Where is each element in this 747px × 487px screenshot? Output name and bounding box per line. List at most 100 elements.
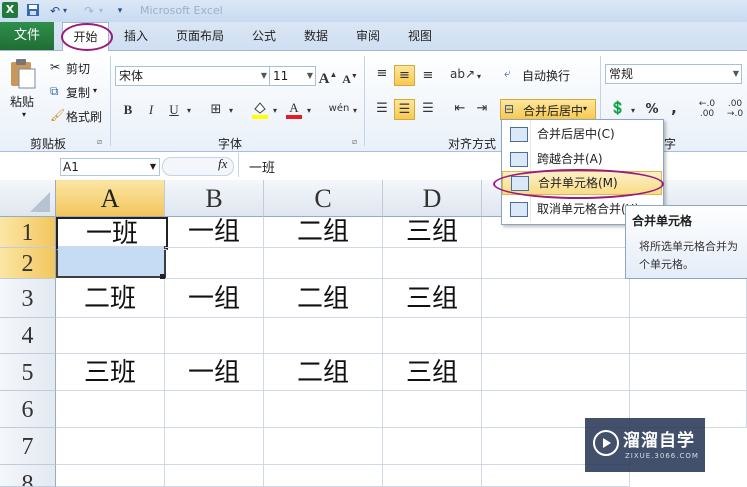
cell-e2[interactable]: [482, 248, 630, 279]
cell-c1[interactable]: 二组: [264, 217, 383, 248]
wrap-text-button[interactable]: ⤶ 自动换行: [500, 62, 600, 86]
tab-data[interactable]: 数据: [298, 22, 334, 50]
menu-item-merge-across[interactable]: 跨越合并(A): [502, 147, 660, 171]
paste-icon[interactable]: [8, 58, 38, 89]
fill-color-icon[interactable]: [250, 99, 270, 119]
borders-icon[interactable]: ⊞: [206, 100, 226, 120]
undo-dropdown-icon[interactable]: ▾: [60, 3, 70, 19]
cell-b5[interactable]: 一组: [165, 354, 264, 391]
formula-input[interactable]: 一班: [249, 157, 275, 176]
cell-b2[interactable]: [165, 248, 264, 279]
merge-dropdown-icon[interactable]: ▾: [583, 104, 587, 113]
cut-button[interactable]: 剪切: [66, 60, 90, 77]
font-size-combo[interactable]: 11 ▼: [269, 66, 316, 86]
cell-a1[interactable]: 一班: [56, 217, 168, 250]
copy-dropdown-icon[interactable]: ▾: [93, 86, 97, 95]
cell-b4[interactable]: [165, 318, 264, 354]
phonetic-guide-icon[interactable]: wén: [326, 99, 352, 119]
merge-center-button[interactable]: ⊟ 合并后居中: [500, 99, 596, 120]
increase-decimal-icon[interactable]: ←.0 .00: [694, 99, 720, 119]
row-header-6[interactable]: 6: [0, 391, 56, 428]
cell-f4[interactable]: [630, 318, 747, 354]
row-header-8[interactable]: 8: [0, 465, 56, 487]
tab-review[interactable]: 审阅: [350, 22, 386, 50]
row-header-1[interactable]: 1: [0, 217, 56, 248]
customize-quick-access-icon[interactable]: ▾: [114, 3, 126, 19]
tab-insert[interactable]: 插入: [118, 22, 154, 50]
cell-a4[interactable]: [56, 318, 165, 354]
tab-view[interactable]: 视图: [402, 22, 438, 50]
cell-c8[interactable]: [264, 465, 383, 487]
row-header-2[interactable]: 2: [0, 248, 56, 279]
orientation-dropdown-icon[interactable]: ▾: [474, 67, 484, 87]
chevron-down-icon[interactable]: ▼: [307, 67, 313, 85]
column-header-c[interactable]: C: [264, 180, 383, 217]
name-box[interactable]: A1 ▼: [60, 158, 160, 176]
chevron-down-icon[interactable]: ▼: [733, 65, 739, 83]
cell-c5[interactable]: 二组: [264, 354, 383, 391]
comma-style-button[interactable]: ,: [664, 98, 684, 118]
cell-f3[interactable]: [630, 279, 747, 318]
selected-cell-a2[interactable]: [56, 246, 166, 278]
cell-a3[interactable]: 二班: [56, 279, 165, 318]
cell-b3[interactable]: 一组: [165, 279, 264, 318]
column-header-d[interactable]: D: [383, 180, 482, 217]
cell-c4[interactable]: [264, 318, 383, 354]
cell-b6[interactable]: [165, 391, 264, 428]
font-color-button[interactable]: A: [284, 98, 304, 119]
cell-e5[interactable]: [482, 354, 630, 391]
column-header-a[interactable]: A: [56, 180, 165, 217]
cell-a5[interactable]: 三班: [56, 354, 165, 391]
cell-d4[interactable]: [383, 318, 482, 354]
percent-style-button[interactable]: %: [642, 100, 662, 120]
align-right-icon[interactable]: ☰: [418, 99, 438, 119]
cell-d7[interactable]: [383, 428, 482, 465]
format-painter-button[interactable]: 格式刷: [66, 108, 102, 125]
tab-file[interactable]: 文件: [0, 22, 54, 50]
cell-c2[interactable]: [264, 248, 383, 279]
accounting-format-icon[interactable]: 💲: [608, 99, 628, 119]
row-header-3[interactable]: 3: [0, 279, 56, 318]
cell-f5[interactable]: [630, 354, 747, 391]
font-color-dropdown-icon[interactable]: ▾: [304, 101, 314, 121]
borders-dropdown-icon[interactable]: ▾: [226, 101, 236, 121]
cell-e3[interactable]: [482, 279, 630, 318]
cell-b8[interactable]: [165, 465, 264, 487]
phonetic-dropdown-icon[interactable]: ▾: [350, 101, 360, 121]
row-header-4[interactable]: 4: [0, 318, 56, 354]
decrease-indent-icon[interactable]: ⇤: [450, 99, 470, 119]
align-bottom-icon[interactable]: ≡: [418, 66, 438, 86]
grow-font-button[interactable]: A▲: [318, 65, 338, 87]
tab-page-layout[interactable]: 页面布局: [170, 22, 230, 50]
italic-button[interactable]: I: [141, 100, 161, 120]
cell-d1[interactable]: 三组: [383, 217, 482, 248]
align-top-icon[interactable]: ≡: [372, 64, 392, 84]
column-header-b[interactable]: B: [165, 180, 264, 217]
align-center-icon[interactable]: ☰: [394, 99, 415, 120]
orientation-icon[interactable]: ab↗: [450, 64, 475, 84]
cell-d6[interactable]: [383, 391, 482, 428]
cell-c6[interactable]: [264, 391, 383, 428]
menu-item-merge-center[interactable]: 合并后居中(C): [502, 122, 660, 146]
increase-indent-icon[interactable]: ⇥: [472, 99, 492, 119]
format-painter-icon[interactable]: 🖌: [50, 108, 65, 122]
accounting-dropdown-icon[interactable]: ▾: [628, 101, 638, 121]
align-middle-icon[interactable]: ≡: [394, 65, 415, 86]
decrease-decimal-icon[interactable]: .00 →.0: [722, 99, 747, 119]
cell-b1[interactable]: 一组: [165, 217, 264, 248]
align-left-icon[interactable]: ☰: [372, 99, 392, 119]
fill-color-dropdown-icon[interactable]: ▾: [270, 101, 280, 121]
clipboard-dialog-launcher-icon[interactable]: ⧄: [97, 137, 102, 147]
number-format-combo[interactable]: 常规 ▼: [605, 64, 742, 84]
cell-d5[interactable]: 三组: [383, 354, 482, 391]
underline-button[interactable]: U: [164, 100, 184, 120]
chevron-down-icon[interactable]: ▼: [150, 159, 156, 175]
font-name-combo[interactable]: 宋体 ▼: [115, 66, 270, 86]
underline-dropdown-icon[interactable]: ▾: [184, 101, 194, 121]
paste-button[interactable]: 粘贴: [10, 93, 34, 110]
cell-c7[interactable]: [264, 428, 383, 465]
cell-d2[interactable]: [383, 248, 482, 279]
select-all-corner[interactable]: [0, 180, 56, 217]
font-dialog-launcher-icon[interactable]: ⧄: [352, 137, 357, 147]
save-icon[interactable]: [24, 3, 42, 19]
